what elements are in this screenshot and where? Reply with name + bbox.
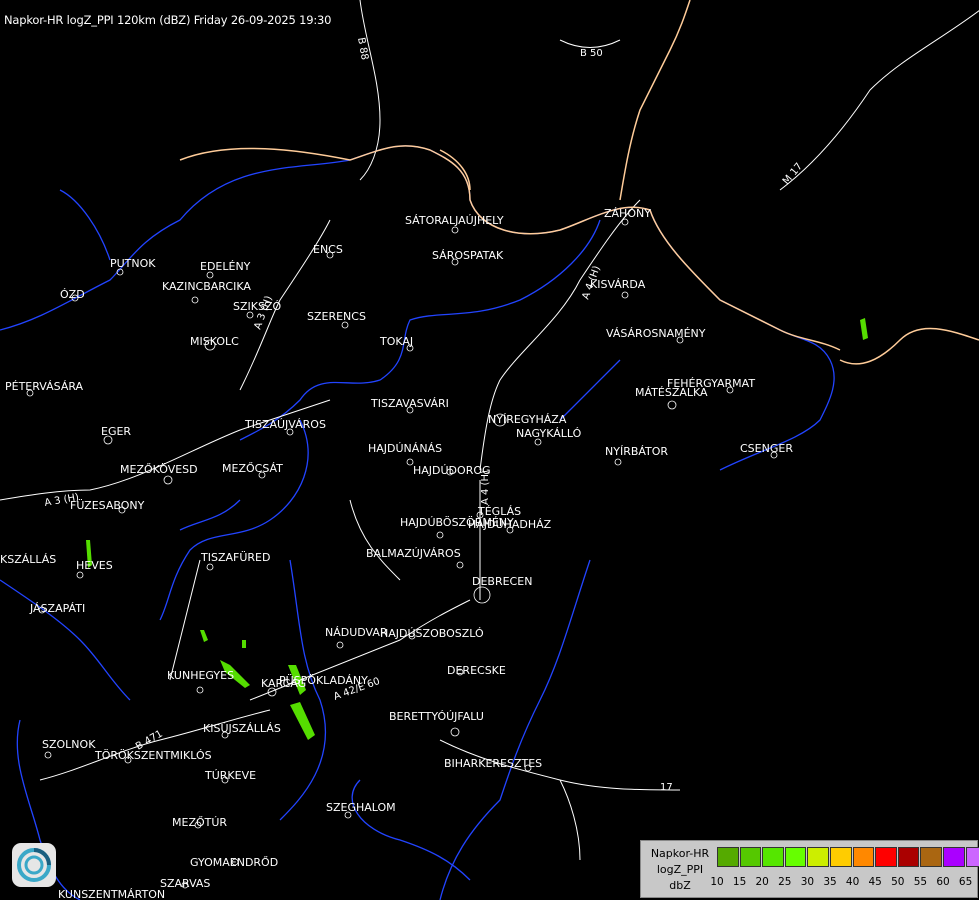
legend-tick-label: 10 <box>710 876 724 888</box>
city-label: TISZAÚJVÁROS <box>244 418 326 431</box>
legend-swatch <box>852 847 875 867</box>
city-label: HAJDÚDOROG <box>413 464 491 477</box>
legend-swatches <box>717 847 979 867</box>
city-label: SZERENCS <box>307 310 366 323</box>
legend-tick-label: 60 <box>936 876 950 888</box>
city-label: HAJDÚHADHÁZ <box>468 518 552 531</box>
legend-swatch <box>762 847 784 867</box>
city-label: MEZŐCSÁT <box>222 461 283 475</box>
city-label: JÁSZAPÁTI <box>29 602 85 615</box>
legend-tick-label: 30 <box>800 876 815 888</box>
legend-tick-label: 25 <box>778 876 792 888</box>
road-label: M 17 <box>781 161 805 187</box>
map-title: Napkor-HR logZ_PPI 120km (dBZ) Friday 26… <box>4 13 332 27</box>
city-label: FÜZESABONY <box>70 499 145 512</box>
city-label: TISZAVASVÁRI <box>370 397 449 410</box>
legend-tick-label: 55 <box>913 876 928 888</box>
radar-map: SÁTORALJAÚJHELY SÁROSPATAK PUTNOK EDELÉN… <box>0 0 979 900</box>
city-label: DERECSKE <box>447 664 506 677</box>
legend-tick-label: 40 <box>845 876 860 888</box>
city-label: BALMAZÚJVÁROS <box>366 547 461 560</box>
city-label: MEZŐTÚR <box>172 815 227 829</box>
legend-swatch <box>942 847 965 867</box>
city-label: TÖRÖKSZENTMIKLÓS <box>94 749 212 762</box>
city-label: TÚRKEVE <box>204 769 256 782</box>
legend-swatch <box>717 847 739 867</box>
city-label: VÁSÁROSNAMÉNY <box>606 327 706 340</box>
city-label: SZIKSZÓ <box>233 300 281 313</box>
city-label: SZOLNOK <box>42 738 96 751</box>
city-label: BERETTYÓÚJFALU <box>389 710 484 723</box>
city-label: KUNSZENTMÁRTON <box>58 888 165 900</box>
legend-ticks: 10152025303540455055606570 <box>710 876 979 890</box>
road-labels: B 88 B 50 M 17 A 3 (H) A 4 (H) A 3 (H) A… <box>44 37 805 793</box>
legend-product: logZ_PPI <box>656 863 704 876</box>
city-label: ZÁHONY <box>604 207 651 220</box>
city-label: EGER <box>101 425 131 438</box>
city-label: TOKAJ <box>379 335 413 348</box>
road-label: B 50 <box>580 48 603 59</box>
city-label: SZARVAS <box>160 877 210 890</box>
city-label: ÓZD <box>60 288 85 301</box>
city-label: ENCS <box>313 243 343 256</box>
legend-unit: dbZ <box>669 879 691 892</box>
city-label: SÁTORALJAÚJHELY <box>405 214 504 227</box>
city-labels: SÁTORALJAÚJHELY SÁROSPATAK PUTNOK EDELÉN… <box>0 207 793 900</box>
met-service-logo-icon <box>12 843 56 887</box>
city-label: EDELÉNY <box>200 260 251 273</box>
city-label: PÉTERVÁSÁRA <box>5 380 84 393</box>
city-label: KAZINCBARCIKA <box>162 280 251 293</box>
city-label: HEVES <box>76 559 113 572</box>
city-label: NYÍRBÁTOR <box>605 445 668 458</box>
legend-title: Napkor-HR <box>650 847 710 860</box>
legend-swatch <box>829 847 852 867</box>
legend-swatch <box>875 847 897 867</box>
city-label: GYOMAENDRŐD <box>190 855 278 869</box>
city-label: MEZŐKÖVESD <box>120 462 198 476</box>
legend-tick-label: 65 <box>958 876 973 888</box>
city-label: HAJDÚSZOBOSZLÓ <box>380 627 484 640</box>
city-label: KSZÁLLÁS <box>0 553 56 566</box>
road-label: 17 <box>660 782 673 793</box>
legend-swatch <box>965 847 979 867</box>
city-label: SZEGHALOM <box>326 801 396 814</box>
legend-swatch <box>920 847 942 867</box>
legend-tick-label: 15 <box>732 876 747 888</box>
road-label: A 4 (H) <box>480 470 491 505</box>
city-label: KISÚJSZÁLLÁS <box>203 722 281 735</box>
city-label: SÁROSPATAK <box>432 249 504 262</box>
city-label: BIHARKERESZTES <box>444 757 542 770</box>
city-label: KUNHEGYES <box>167 669 234 682</box>
city-label: NÁDUDVAR <box>325 626 388 639</box>
legend-swatch <box>897 847 920 867</box>
city-label: MISKOLC <box>190 335 239 348</box>
city-label: DEBRECEN <box>472 575 532 588</box>
city-label: CSENGER <box>740 442 793 455</box>
legend-tick-label: 20 <box>755 876 769 888</box>
legend-swatch <box>807 847 829 867</box>
legend-swatch <box>739 847 762 867</box>
legend-tick-label: 35 <box>823 876 837 888</box>
city-label: MÁTÉSZALKA <box>635 386 708 399</box>
city-label: PUTNOK <box>110 257 156 270</box>
color-scale-legend: Napkor-HR logZ_PPI dbZ 10 15 20 25 30 35 40 45 5… <box>640 840 979 898</box>
legend-tick-label: 50 <box>891 876 905 888</box>
legend-swatch <box>784 847 807 867</box>
city-label: NAGYKÁLLÓ <box>516 427 582 440</box>
legend-tick-label: 45 <box>868 876 882 888</box>
city-label: HAJDÚNÁNÁS <box>368 442 442 455</box>
city-label: TISZAFÜRED <box>200 551 270 564</box>
city-label: NYÍREGYHÁZA <box>488 413 567 426</box>
